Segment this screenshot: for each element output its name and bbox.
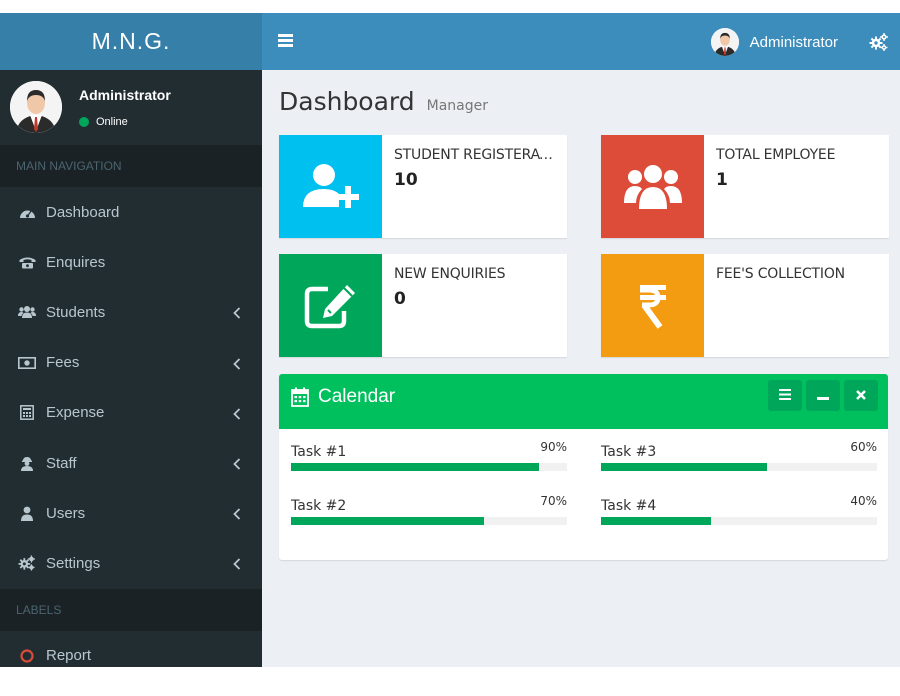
rupee-icon [601, 254, 704, 357]
progress-bar [291, 463, 567, 471]
user-icon [18, 505, 36, 521]
calendar-title: Calendar [318, 386, 396, 407]
calendar-collapse-button[interactable] [806, 380, 840, 411]
info-box-value: 1 [716, 170, 728, 190]
sidebar-item-expense[interactable]: Expense [0, 388, 262, 438]
sidebar-item-label: Settings [46, 554, 101, 572]
sidebar-user-name: Administrator [79, 87, 171, 103]
info-box-label: STUDENT REGISTERATION [394, 147, 559, 163]
labels-header: LABELS [0, 588, 262, 631]
info-box-total-employee[interactable]: TOTAL EMPLOYEE 1 [601, 135, 889, 238]
progress-bar [601, 463, 877, 471]
app-logo[interactable]: M.N.G. [0, 13, 262, 70]
user-menu[interactable]: Administrator [710, 27, 838, 57]
sidebar-item-fees[interactable]: Fees [0, 338, 262, 388]
info-box-new-enquiries[interactable]: NEW ENQUIRIES 0 [279, 254, 567, 357]
info-box-student-registration[interactable]: STUDENT REGISTERATION 10 [279, 135, 567, 238]
calendar-header: Calendar [279, 374, 888, 429]
info-box-value: 0 [394, 289, 406, 309]
progress-fill [601, 463, 767, 471]
task-label: Task #1 [291, 444, 347, 460]
main-navigation-header: MAIN NAVIGATION [0, 145, 262, 187]
task-progress: Task #3 60% [601, 440, 877, 471]
users-icon [18, 304, 36, 320]
sidebar-item-enquires[interactable]: Enquires [0, 237, 262, 287]
task-percent: 90% [540, 440, 567, 454]
sidebar-item-label: Fees [46, 354, 80, 372]
sidebar-item-dashboard[interactable]: Dashboard [0, 187, 262, 237]
chevron-left-icon [233, 407, 241, 420]
header-user-name: Administrator [749, 33, 838, 51]
task-percent: 70% [540, 494, 567, 508]
progress-bar [291, 517, 567, 525]
task-progress: Task #2 70% [291, 494, 567, 525]
sidebar-item-label: Students [46, 303, 106, 321]
page-subtitle: Manager [426, 98, 489, 114]
online-status: Online [79, 116, 128, 128]
staff-icon [18, 455, 36, 471]
sidebar-item-students[interactable]: Students [0, 287, 262, 337]
minus-icon [817, 387, 829, 405]
user-panel: Administrator Online [0, 70, 262, 145]
phone-icon [18, 254, 36, 270]
chevron-left-icon [233, 457, 241, 470]
edit-icon [279, 254, 382, 357]
sidebar-item-label: Expense [46, 404, 105, 422]
info-box-label: FEE'S COLLECTION [716, 266, 845, 282]
task-percent: 60% [850, 440, 877, 454]
content-header: Dashboard Manager [279, 87, 488, 116]
avatar [710, 28, 739, 56]
sidebar-item-staff[interactable]: Staff [0, 438, 262, 488]
task-percent: 40% [850, 494, 877, 508]
calendar-close-button[interactable] [844, 380, 878, 411]
cogs-icon [18, 555, 36, 571]
task-label: Task #2 [291, 498, 347, 514]
sidebar-item-label: Dashboard [46, 203, 120, 221]
progress-fill [291, 463, 540, 471]
money-icon [18, 355, 36, 371]
sidebar-item-settings[interactable]: Settings [0, 538, 262, 588]
avatar [10, 81, 62, 133]
calculator-icon [18, 405, 36, 421]
progress-fill [601, 517, 712, 525]
status-dot-icon [79, 117, 89, 127]
chevron-left-icon [233, 557, 241, 570]
task-progress: Task #4 40% [601, 494, 877, 525]
task-label: Task #3 [601, 444, 657, 460]
top-navbar: Administrator [262, 13, 900, 70]
users-icon [601, 135, 704, 238]
status-text: Online [96, 116, 128, 128]
cogs-icon[interactable] [869, 32, 889, 52]
info-box-label: TOTAL EMPLOYEE [716, 147, 836, 163]
calendar-box: Calendar Task #1 90% Task #3 60% Task #2… [279, 374, 888, 560]
user-plus-icon [279, 135, 382, 238]
chevron-left-icon [233, 507, 241, 520]
chevron-left-icon [233, 357, 241, 370]
sidebar-item-label: Report [46, 647, 92, 664]
page-title: Dashboard [279, 87, 415, 116]
sidebar: Administrator Online MAIN NAVIGATION Das… [0, 70, 262, 667]
sidebar-item-label: Enquires [46, 253, 106, 271]
info-box-value: 10 [394, 170, 418, 190]
progress-fill [291, 517, 485, 525]
chevron-left-icon [233, 306, 241, 320]
app-frame: M.N.G. Administrator Administrator Onlin… [0, 13, 900, 667]
bars-icon [779, 387, 791, 405]
circle-icon [18, 648, 36, 664]
sidebar-item-users[interactable]: Users [0, 488, 262, 538]
calendar-icon [291, 387, 309, 407]
info-box-label: NEW ENQUIRIES [394, 266, 506, 282]
times-icon [856, 387, 866, 405]
dashboard-icon [18, 204, 36, 220]
progress-bar [601, 517, 877, 525]
task-label: Task #4 [601, 498, 657, 514]
sidebar-item-label: Users [46, 504, 86, 522]
sidebar-item-label: Staff [46, 454, 77, 472]
info-box-fees-collection[interactable]: FEE'S COLLECTION [601, 254, 889, 357]
calendar-menu-button[interactable] [768, 380, 802, 411]
sidebar-item-report[interactable]: Report [0, 631, 262, 668]
task-progress: Task #1 90% [291, 440, 567, 471]
menu-icon[interactable] [278, 34, 293, 47]
